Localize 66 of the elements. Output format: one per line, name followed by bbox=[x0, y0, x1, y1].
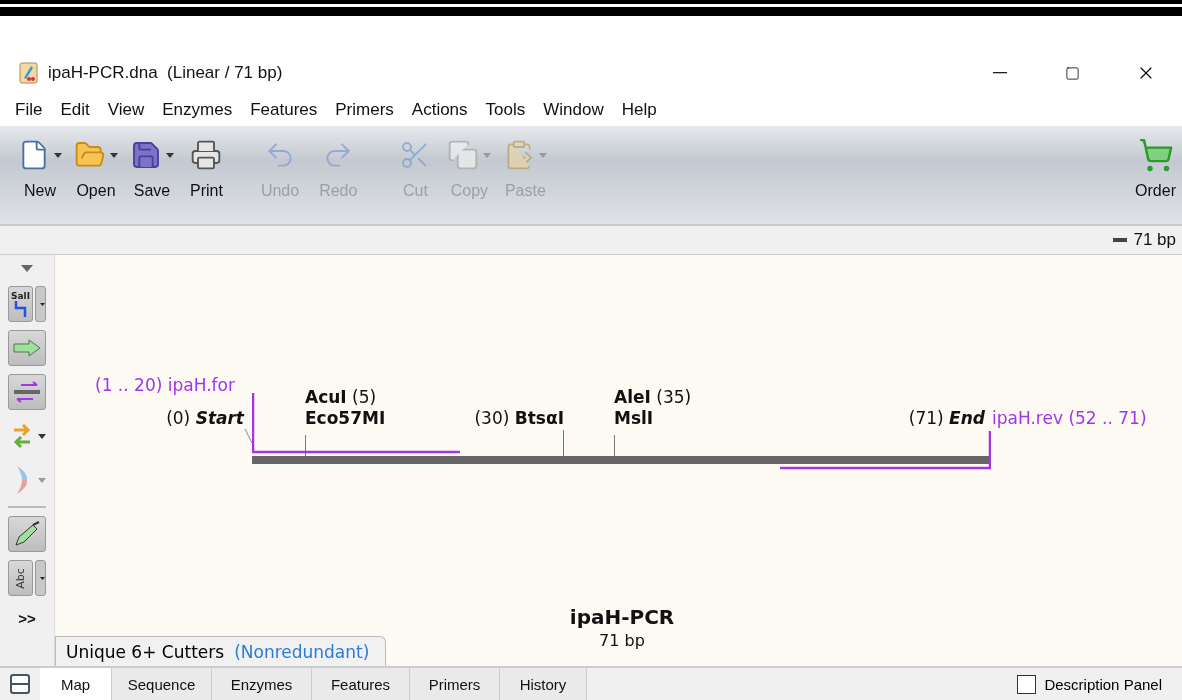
cut-site-line bbox=[614, 435, 615, 456]
feature-tool-button[interactable] bbox=[8, 330, 46, 366]
sequence-length: 71 bp bbox=[1113, 230, 1176, 250]
arrow-icon bbox=[13, 339, 41, 357]
caret-icon bbox=[40, 575, 45, 581]
enzyme-name: MslI bbox=[614, 408, 654, 428]
primer-tool-button[interactable] bbox=[8, 374, 46, 410]
order-button[interactable]: Order bbox=[1135, 136, 1176, 200]
leader-line bbox=[244, 429, 253, 443]
sequence-length: 71 bp bbox=[599, 631, 645, 650]
view-tab[interactable]: Map bbox=[40, 668, 112, 700]
pen-icon bbox=[13, 520, 41, 548]
end-label: (71) End bbox=[908, 408, 985, 428]
enzyme-site-label: AcuI (5) bbox=[305, 387, 377, 407]
collapse-arrow-icon bbox=[21, 265, 33, 272]
view-tab[interactable]: Sequence bbox=[112, 668, 212, 700]
printer-icon bbox=[190, 139, 223, 171]
cart-icon bbox=[1137, 137, 1174, 173]
enzyme-set-tab[interactable]: Unique 6+ Cutters (Nonredundant) bbox=[55, 636, 386, 666]
opposing-arrows-icon bbox=[12, 423, 32, 449]
menu-item[interactable]: File bbox=[6, 100, 52, 120]
more-tools-button[interactable]: >> bbox=[18, 610, 36, 627]
primer-label: (1 .. 20) ipaH.for bbox=[95, 375, 235, 395]
arc-icon bbox=[15, 465, 29, 495]
window-title: ipaH-PCR.dna (Linear / 71 bp) bbox=[48, 63, 283, 83]
menu-item[interactable]: Edit bbox=[51, 100, 99, 120]
enzyme-site-label: AleI (35) bbox=[614, 387, 692, 407]
enzyme-tool-button[interactable]: SalI bbox=[8, 286, 33, 322]
text-tool-button[interactable]: Abc bbox=[8, 560, 33, 596]
enzyme-set-note: (Nonredundant) bbox=[234, 641, 370, 662]
enzyme-set-label: Unique 6+ Cutters bbox=[66, 641, 225, 662]
view-tab[interactable]: Features bbox=[312, 668, 410, 700]
cut-site-icon bbox=[13, 301, 28, 317]
copy-icon bbox=[447, 139, 480, 171]
view-tab[interactable]: History bbox=[500, 668, 587, 700]
toolbar-button[interactable]: Save bbox=[130, 136, 174, 200]
app-icon bbox=[18, 62, 40, 84]
menu-item[interactable]: Window bbox=[534, 100, 613, 120]
primer-strands-icon bbox=[13, 381, 41, 403]
pen-tool-button[interactable] bbox=[8, 516, 46, 552]
description-panel-checkbox[interactable]: Description Panel bbox=[1017, 668, 1182, 700]
minimize-icon bbox=[992, 72, 1007, 74]
menu-item[interactable]: Enzymes bbox=[153, 100, 242, 120]
menu-item[interactable]: Features bbox=[241, 100, 327, 120]
start-label: (0) Start bbox=[166, 408, 244, 428]
menu-item[interactable]: View bbox=[98, 100, 154, 120]
layout-icon[interactable] bbox=[10, 674, 30, 694]
toolbar-button[interactable]: Open bbox=[74, 136, 118, 200]
toolbar-button[interactable]: Print bbox=[186, 136, 227, 200]
enzyme-name: Eco57MI bbox=[305, 408, 386, 428]
menu-item[interactable]: Help bbox=[612, 100, 666, 120]
menu-item[interactable]: Primers bbox=[326, 100, 403, 120]
view-tab[interactable]: Enzymes bbox=[212, 668, 312, 700]
dropdown-button[interactable] bbox=[35, 286, 46, 322]
sequence-name: ipaH-PCR bbox=[569, 605, 675, 629]
toolbar-button[interactable]: New bbox=[18, 136, 62, 200]
view-tab[interactable]: Primers bbox=[410, 668, 500, 700]
menu-item[interactable]: Actions bbox=[402, 100, 477, 120]
maximize-icon bbox=[1065, 65, 1080, 81]
cut-site-line bbox=[305, 435, 306, 456]
cut-site-line bbox=[563, 430, 564, 456]
menu-item[interactable]: Tools bbox=[476, 100, 535, 120]
enzyme-site-label: (30) BtsαI bbox=[474, 408, 564, 428]
caret-icon bbox=[40, 301, 45, 307]
primer-label: ipaH.rev (52 .. 71) bbox=[992, 408, 1147, 428]
dropdown-button[interactable] bbox=[35, 560, 46, 596]
